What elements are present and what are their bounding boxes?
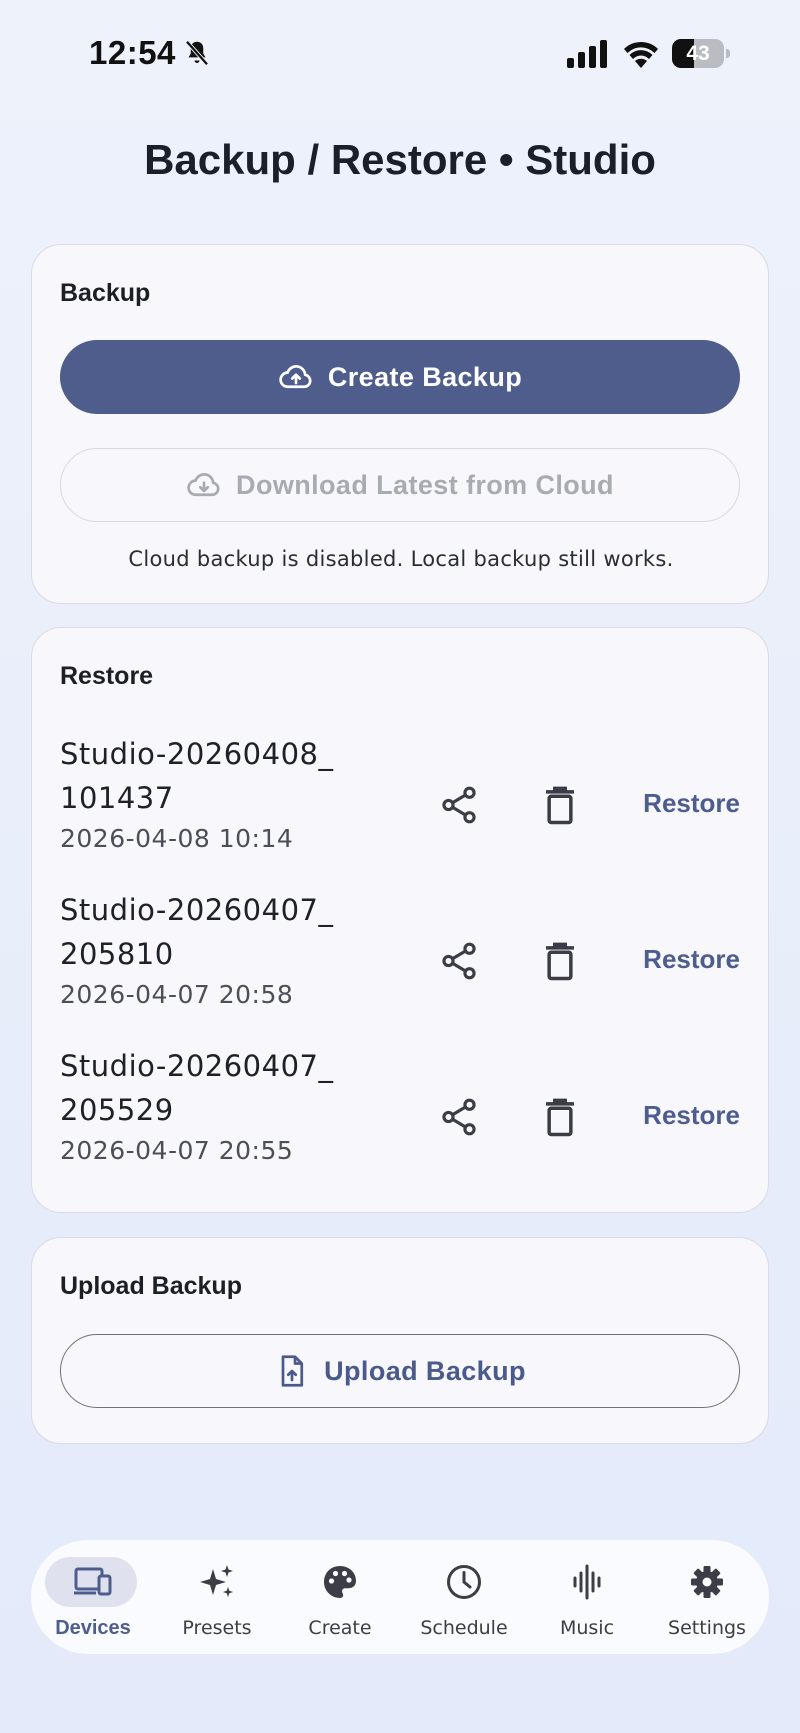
cellular-signal-icon (567, 40, 607, 68)
sparkle-icon (200, 1565, 233, 1597)
restore-button[interactable]: Restore (616, 1100, 740, 1131)
backup-list-item: Studio-20260407_ 205529 2026-04-07 20:55… (60, 1044, 740, 1184)
devices-icon (74, 1567, 112, 1596)
create-backup-label: Create Backup (327, 361, 523, 392)
nav-item-devices[interactable]: Devices (31, 1540, 155, 1654)
file-upload-icon (281, 1355, 304, 1387)
nav-label: Music (559, 1617, 615, 1639)
palette-icon (324, 1566, 356, 1598)
nav-label: Presets (182, 1617, 252, 1639)
create-backup-button[interactable]: Create Backup (60, 340, 740, 414)
nav-label: Schedule (420, 1617, 508, 1639)
waveform-icon (573, 1564, 601, 1600)
nav-item-schedule[interactable]: Schedule (402, 1540, 526, 1654)
backup-date: 2026-04-08 10:14 (60, 824, 294, 853)
nav-label: Devices (55, 1617, 131, 1639)
download-cloud-button[interactable]: Download Latest from Cloud (60, 448, 740, 522)
share-icon[interactable] (438, 784, 480, 826)
gear-icon (691, 1566, 723, 1598)
backup-card: Backup Create Backup Download Latest fro… (31, 244, 769, 604)
backup-date: 2026-04-07 20:58 (60, 980, 294, 1009)
cloud-upload-icon (279, 365, 312, 389)
clock-icon (447, 1565, 481, 1599)
restore-button[interactable]: Restore (616, 788, 740, 819)
bottom-nav: Devices Presets Create Schedule Music Se… (31, 1540, 769, 1654)
delete-icon[interactable] (542, 940, 578, 982)
download-cloud-label: Download Latest from Cloud (236, 469, 614, 500)
backup-list-item: Studio-20260407_ 205810 2026-04-07 20:58… (60, 888, 740, 1028)
battery-indicator: 43 (672, 39, 730, 68)
share-icon[interactable] (438, 940, 480, 982)
upload-backup-button[interactable]: Upload Backup (60, 1334, 740, 1408)
nav-item-settings[interactable]: Settings (645, 1540, 769, 1654)
backup-name: Studio-20260407_ 205529 (60, 1049, 334, 1127)
backup-card-title: Backup (60, 279, 151, 307)
upload-card-title: Upload Backup (60, 1272, 242, 1300)
cloud-disabled-note: Cloud backup is disabled. Local backup s… (128, 547, 674, 571)
nav-item-music[interactable]: Music (525, 1540, 649, 1654)
delete-icon[interactable] (542, 1096, 578, 1138)
status-bar: 12:54 43 (0, 0, 800, 110)
wifi-icon (624, 41, 658, 68)
share-icon[interactable] (438, 1096, 480, 1138)
upload-card: Upload Backup Upload Backup (31, 1237, 769, 1444)
restore-card: Restore Studio-20260408_ 101437 2026-04-… (31, 627, 769, 1213)
cloud-download-icon (187, 473, 220, 497)
status-time: 12:54 (89, 34, 176, 71)
restore-card-title: Restore (60, 662, 154, 690)
delete-icon[interactable] (542, 784, 578, 826)
nav-item-create[interactable]: Create (278, 1540, 402, 1654)
upload-backup-label: Upload Backup (324, 1355, 526, 1386)
nav-label: Create (308, 1617, 372, 1639)
backup-name: Studio-20260408_ 101437 (60, 737, 334, 815)
bell-slash-icon (185, 40, 209, 66)
backup-date: 2026-04-07 20:55 (60, 1136, 294, 1165)
restore-button[interactable]: Restore (616, 944, 740, 975)
nav-item-presets[interactable]: Presets (155, 1540, 279, 1654)
backup-name: Studio-20260407_ 205810 (60, 893, 334, 971)
page-title: Backup / Restore • Studio (144, 136, 656, 183)
backup-list-item: Studio-20260408_ 101437 2026-04-08 10:14… (60, 732, 740, 872)
nav-label: Settings (668, 1617, 746, 1639)
battery-percent: 43 (686, 42, 710, 65)
